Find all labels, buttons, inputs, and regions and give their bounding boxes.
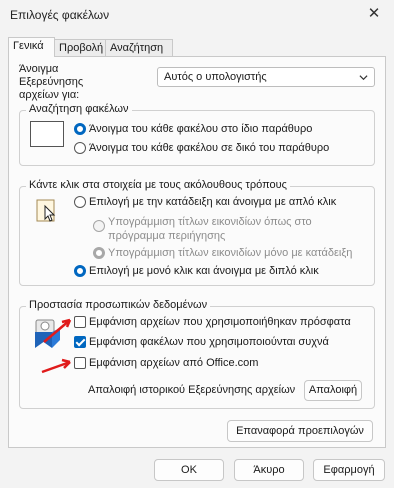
open-explorer-label-1: Άνοιγμα: [19, 63, 59, 75]
radio-single-click[interactable]: [74, 196, 86, 208]
close-icon[interactable]: ✕: [362, 4, 386, 24]
radio-same-window[interactable]: [74, 123, 86, 135]
annotation-arrows-icon: [41, 318, 72, 374]
ok-button-label: OK: [181, 464, 197, 476]
radio-underline-browser: [93, 220, 105, 232]
restore-defaults-button-label: Επαναφορά προεπιλογών: [236, 425, 364, 437]
browse-folders-legend: Αναζήτηση φακέλων: [26, 103, 132, 116]
pointer-click-icon: [36, 199, 56, 222]
apply-button[interactable]: Εφαρμογή: [313, 459, 385, 481]
clear-history-button[interactable]: Απαλοιφή: [304, 380, 362, 401]
radio-double-click-label[interactable]: Επιλογή με μονό κλικ και άνοιγμα με διπλ…: [89, 265, 319, 278]
window-title: Επιλογές φακέλων: [10, 8, 110, 22]
tab-general[interactable]: Γενικά: [8, 37, 55, 57]
title-bar: Επιλογές φακέλων ✕: [0, 0, 394, 30]
radio-underline-browser-label-2: πρόγραμμα περιήγησης: [108, 230, 226, 242]
tab-general-label: Γενικά: [13, 40, 44, 52]
restore-defaults-button[interactable]: Επαναφορά προεπιλογών: [227, 420, 373, 442]
apply-button-label: Εφαρμογή: [323, 464, 375, 476]
radio-own-window[interactable]: [74, 142, 86, 154]
clear-history-label: Απαλοιφή ιστορικού Εξερεύνησης αρχείων: [88, 384, 296, 396]
ok-button[interactable]: OK: [154, 459, 224, 481]
tab-search[interactable]: Αναζήτηση: [105, 39, 173, 56]
window-illustration-icon: [30, 121, 64, 147]
click-items-legend: Κάντε κλικ στα στοιχεία με τους ακόλουθο…: [26, 179, 290, 192]
clear-history-button-label: Απαλοιφή: [308, 384, 358, 396]
tab-view-label: Προβολή: [59, 42, 104, 54]
radio-underline-browser-label-1: Υπογράμμιση τίτλων εικονιδίων όπως στο: [108, 216, 312, 228]
radio-double-click[interactable]: [74, 265, 86, 277]
tab-search-label: Αναζήτηση: [110, 42, 164, 54]
chevron-down-icon: [359, 75, 368, 81]
checkbox-office-files-label[interactable]: Εμφάνιση αρχείων από Office.com: [89, 357, 258, 370]
cancel-button-label: Άκυρο: [253, 464, 285, 476]
radio-underline-hover: [93, 247, 105, 259]
privacy-legend: Προστασία προσωπικών δεδομένων: [26, 299, 211, 312]
radio-same-window-label[interactable]: Άνοιγμα του κάθε φακέλου στο ίδιο παράθυ…: [89, 123, 312, 136]
open-explorer-selected-value: Αυτός ο υπολογιστής: [164, 71, 267, 83]
open-explorer-select[interactable]: Αυτός ο υπολογιστής: [157, 67, 375, 87]
radio-single-click-label[interactable]: Επιλογή με την κατάδειξη και άνοιγμα με …: [89, 196, 336, 209]
open-explorer-label-3: αρχείων για:: [19, 89, 80, 101]
radio-own-window-label[interactable]: Άνοιγμα του κάθε φακέλου σε δικό του παρ…: [89, 142, 329, 155]
checkbox-frequent-folders-label[interactable]: Εμφάνιση φακέλων που χρησιμοποιούνται συ…: [89, 336, 329, 349]
checkbox-recent-files-label[interactable]: Εμφάνιση αρχείων που χρησιμοποιήθηκαν πρ…: [89, 316, 351, 329]
browse-folders-group: [19, 110, 375, 166]
tab-view[interactable]: Προβολή: [54, 39, 106, 56]
open-explorer-label-2: Εξερεύνησης: [19, 76, 84, 88]
cancel-button[interactable]: Άκυρο: [234, 459, 304, 481]
radio-underline-hover-label: Υπογράμμιση τίτλων εικονιδίων μόνο με κα…: [108, 247, 353, 259]
